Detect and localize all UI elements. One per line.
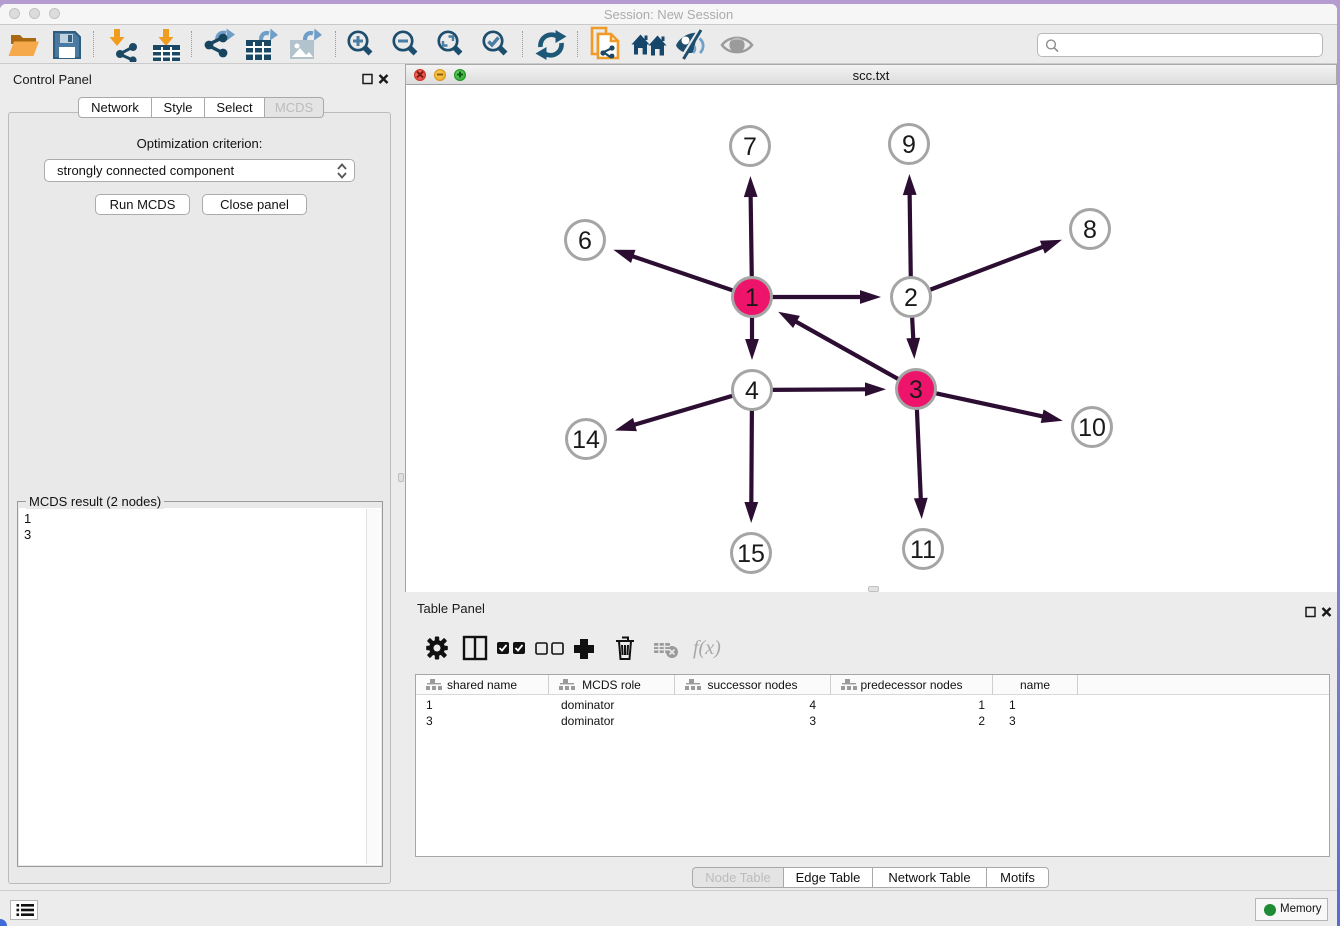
svg-text:1: 1 [745,284,759,312]
svg-text:8: 8 [1083,216,1097,244]
svg-text:3: 3 [909,376,923,404]
svg-text:11: 11 [910,536,936,564]
svg-text:9: 9 [902,131,916,159]
svg-text:2: 2 [904,284,918,312]
svg-text:6: 6 [578,227,592,255]
svg-text:14: 14 [572,426,600,454]
svg-text:10: 10 [1078,414,1106,442]
svg-text:7: 7 [743,133,757,161]
svg-text:f(x): f(x) [693,637,721,659]
svg-text:4: 4 [745,377,759,405]
svg-text:15: 15 [737,540,765,568]
